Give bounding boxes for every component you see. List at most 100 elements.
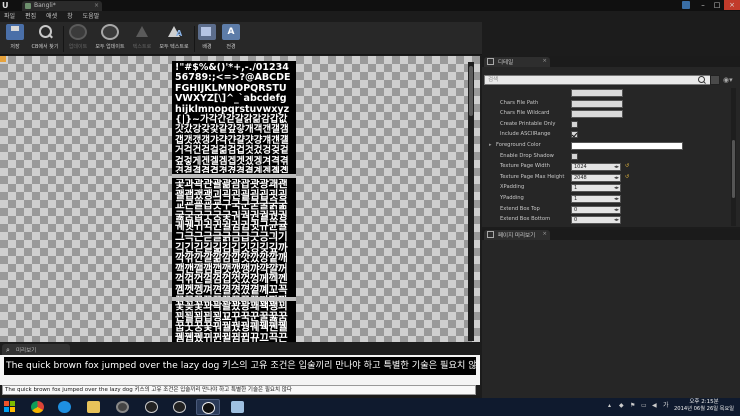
stepper-icon[interactable]: ◂▸ xyxy=(614,207,619,213)
background-button[interactable]: 배경 xyxy=(196,24,218,54)
minimize-button[interactable]: – xyxy=(696,0,710,10)
start-button[interactable] xyxy=(4,401,16,413)
stepper-icon[interactable]: ◂▸ xyxy=(614,185,619,191)
unreal-logo-icon[interactable]: U xyxy=(2,1,11,10)
close-icon[interactable]: × xyxy=(94,2,99,9)
property-value-field[interactable] xyxy=(571,110,623,119)
close-icon[interactable]: × xyxy=(542,58,547,64)
clock-date: 2014년 06월 26일 목요일 xyxy=(674,406,734,412)
font-atlas-texture: !"#$%&()'*+,-./0123456789:;<=>?@ABCDEFGH… xyxy=(172,61,296,342)
stepper-icon[interactable]: ◂▸ xyxy=(614,164,619,170)
taskbar-unreal-launcher[interactable] xyxy=(168,399,192,415)
property-value: 1 xyxy=(574,185,578,192)
taskbar-file-explorer[interactable] xyxy=(82,399,106,415)
property-value-field[interactable] xyxy=(571,99,623,108)
property-value-field[interactable]: 1 ◂▸ xyxy=(571,184,621,193)
stepper-icon[interactable]: ◂▸ xyxy=(614,196,619,202)
preview-text-input[interactable]: The quick brown fox jumped over the lazy… xyxy=(2,385,476,395)
taskbar-media-player[interactable] xyxy=(111,399,135,415)
property-label: YPadding xyxy=(500,195,524,201)
tray-arrow-icon[interactable]: ▴ xyxy=(608,401,616,410)
unreal-icon xyxy=(202,402,215,414)
system-clock[interactable]: 오후 2:15분 2014년 06월 26일 목요일 xyxy=(670,399,738,413)
clock-time: 오후 2:15분 xyxy=(689,399,719,405)
search-icon xyxy=(36,24,54,40)
taskbar-chrome[interactable] xyxy=(26,399,50,415)
property-value-field[interactable] xyxy=(571,89,623,97)
property-checkbox[interactable] xyxy=(571,120,578,128)
internet-explorer-icon xyxy=(58,401,71,413)
update-texture-button[interactable]: 텍스트로 xyxy=(130,24,154,54)
scrollbar-thumb[interactable] xyxy=(469,66,473,116)
property-label: Extend Box Bottom xyxy=(500,216,551,223)
property-label: Extend Box Top xyxy=(500,205,540,212)
taskbar-graphics-tool[interactable] xyxy=(226,399,250,415)
document-tab[interactable]: Bangli* × xyxy=(22,1,102,11)
system-tray: ▴ ◆ ⚑ ▭ ◀ 가 xyxy=(608,401,676,410)
unreal-icon xyxy=(173,401,186,413)
page-preview-panel xyxy=(482,240,740,398)
property-value-field[interactable]: 0 ◂▸ xyxy=(571,205,621,214)
view-options-icon[interactable] xyxy=(710,75,720,85)
find-in-cb-button[interactable]: CB에서 찾기 xyxy=(28,24,62,54)
flag-icon[interactable]: ⚑ xyxy=(630,401,638,410)
display-icon[interactable]: ▭ xyxy=(641,401,649,410)
property-row: Include ASCIIRange xyxy=(484,130,730,141)
foreground-button[interactable]: A 전경 xyxy=(220,24,242,54)
preview-rendered-text: The quick brown fox jumped over the lazy… xyxy=(4,357,476,375)
color-swatch[interactable] xyxy=(571,142,683,150)
property-value: 2048 xyxy=(574,174,587,181)
property-label: XPadding xyxy=(500,184,525,191)
save-button[interactable]: 저장 xyxy=(4,24,26,54)
search-icon[interactable] xyxy=(698,76,706,84)
menu-edit[interactable]: 편집 xyxy=(25,11,36,22)
tab-page-preview[interactable]: 페이지 미리보기 × xyxy=(484,230,550,240)
taskbar-unreal-editor[interactable] xyxy=(196,399,220,415)
property-value-field[interactable]: 2048 ◂▸ xyxy=(571,173,621,182)
preview-panel-header: ⌕ 미리보기 xyxy=(0,343,480,355)
document-tab-label: Bangli* xyxy=(34,2,56,9)
font-atlas-viewport[interactable]: !"#$%&()'*+,-./0123456789:;<=>?@ABCDEFGH… xyxy=(0,56,480,342)
close-icon[interactable]: × xyxy=(542,231,547,237)
menu-help[interactable]: 도움말 xyxy=(83,11,100,22)
scrollbar-thumb[interactable] xyxy=(732,140,735,198)
stepper-icon[interactable]: ◂▸ xyxy=(614,175,619,181)
taskbar-internet-explorer[interactable] xyxy=(53,399,77,415)
menu-file[interactable]: 파일 xyxy=(4,11,15,22)
details-property-list: Chars File Path Chars File Wildcard Create… xyxy=(484,88,730,226)
close-window-button[interactable]: × xyxy=(724,0,740,10)
reset-to-default-icon[interactable]: ↺ xyxy=(625,174,629,180)
graphics-tool-icon xyxy=(231,401,244,413)
update-texture-all-button[interactable]: 모두 텍스트로 xyxy=(156,24,192,54)
update-all-button[interactable]: 모두 업데이트 xyxy=(92,24,128,54)
property-value-field[interactable]: 1 ◂▸ xyxy=(571,195,621,203)
pages-icon xyxy=(487,231,494,238)
details-scrollbar[interactable] xyxy=(731,88,736,226)
viewport-scrollbar[interactable] xyxy=(468,62,474,341)
background-color-icon xyxy=(198,24,216,40)
details-search-input[interactable]: 검색 xyxy=(484,75,720,85)
property-row: XPadding 1 ◂▸ xyxy=(484,183,730,194)
expand-arrow-icon[interactable]: ▸ xyxy=(489,142,492,148)
property-row: Extend Box Top 0 ◂▸ xyxy=(484,205,730,216)
volume-icon[interactable]: ◀ xyxy=(652,401,660,410)
stepper-icon[interactable]: ◂▸ xyxy=(614,217,619,223)
menu-window[interactable]: 창 xyxy=(67,11,73,22)
help-icon[interactable] xyxy=(682,1,690,9)
tab-preview[interactable]: ⌕ 미리보기 xyxy=(2,344,70,355)
network-icon[interactable]: ◆ xyxy=(619,401,627,410)
eye-icon[interactable]: ◉▾ xyxy=(723,75,736,85)
tab-details[interactable]: 디테일 × xyxy=(484,57,550,67)
reset-to-default-icon[interactable]: ↺ xyxy=(625,163,629,169)
property-value-field[interactable]: 0 ◂▸ xyxy=(571,216,621,225)
maximize-button[interactable]: □ xyxy=(710,0,724,10)
update-button[interactable]: 업데이트 xyxy=(66,24,90,54)
property-checkbox[interactable] xyxy=(571,131,578,139)
property-value-field[interactable]: 1024 ◂▸ xyxy=(571,163,621,172)
taskbar-app[interactable] xyxy=(140,399,164,415)
property-checkbox[interactable] xyxy=(571,152,578,160)
menu-asset[interactable]: 애셋 xyxy=(46,11,57,22)
toolbar-divider xyxy=(194,26,195,52)
menu-bar: 파일 편집 애셋 창 도움말 xyxy=(0,11,740,22)
folder-icon xyxy=(87,401,100,413)
